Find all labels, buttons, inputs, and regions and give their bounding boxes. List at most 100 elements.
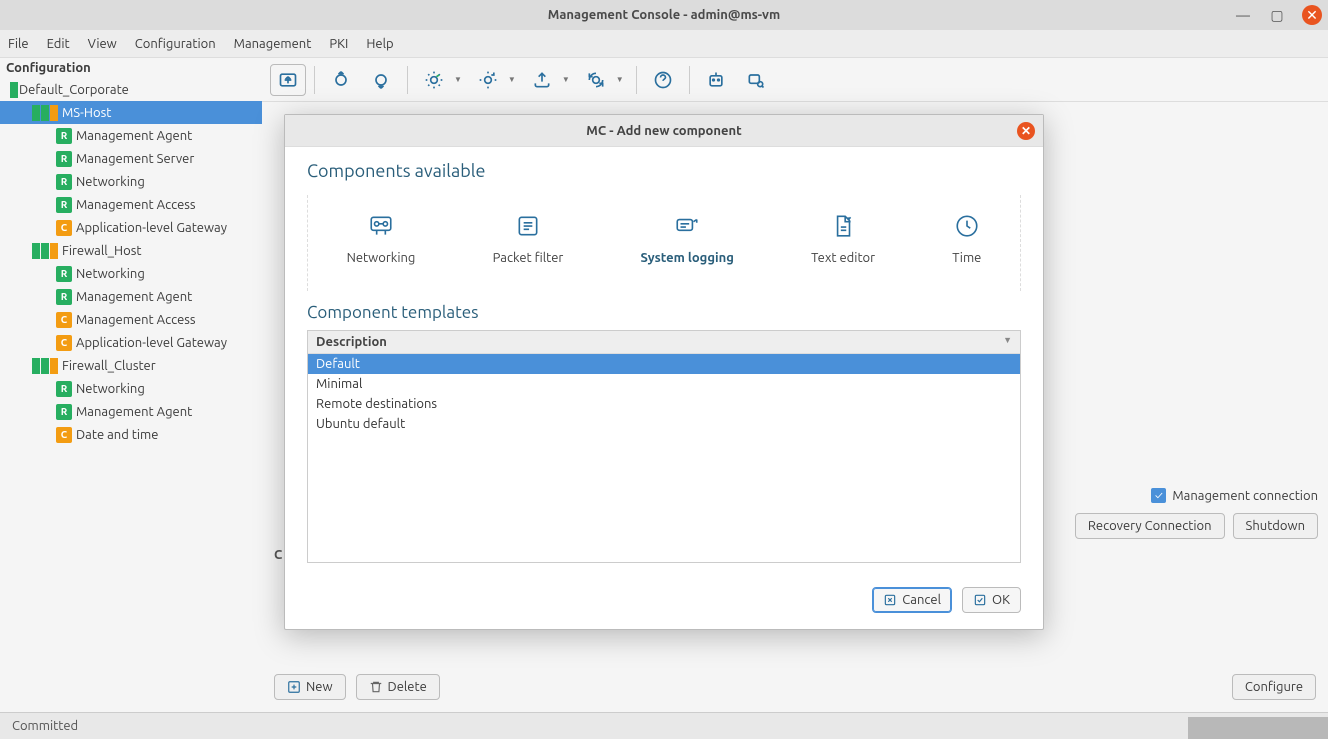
comp-label: Management Agent <box>76 405 192 419</box>
comp-management-access-fw[interactable]: CManagement Access <box>0 308 262 331</box>
comp-date-time[interactable]: CDate and time <box>0 423 262 446</box>
checkbox-checked-icon[interactable]: ✓ <box>1151 488 1166 503</box>
component-networking[interactable]: Networking <box>347 213 416 265</box>
r-icon: R <box>56 151 72 167</box>
template-ubuntu[interactable]: Ubuntu default <box>308 414 1020 434</box>
template-default[interactable]: Default <box>308 354 1020 374</box>
host-firewall-cluster[interactable]: Firewall_Cluster <box>0 354 262 377</box>
gear-refresh-button[interactable] <box>578 64 614 96</box>
comp-management-agent[interactable]: RManagement Agent <box>0 124 262 147</box>
comp-label: Management Server <box>76 152 194 166</box>
recovery-connection-button[interactable]: Recovery Connection <box>1075 513 1225 539</box>
plus-icon <box>287 680 301 694</box>
cancel-button[interactable]: Cancel <box>872 587 952 613</box>
comp-management-server[interactable]: R Management Server <box>0 147 262 170</box>
comp-networking-fw[interactable]: RNetworking <box>0 262 262 285</box>
separator <box>689 66 690 94</box>
comp-management-access[interactable]: R Management Access <box>0 193 262 216</box>
networking-icon <box>368 213 394 239</box>
template-remote[interactable]: Remote destinations <box>308 394 1020 414</box>
components-list: Networking Packet filter System logging … <box>307 195 1021 291</box>
window-buttons: — ▢ ✕ <box>1234 5 1322 25</box>
menu-edit[interactable]: Edit <box>47 37 70 51</box>
dropdown-arrow-icon[interactable]: ▼ <box>454 75 462 84</box>
configure-button[interactable]: Configure <box>1232 674 1316 700</box>
comp-label: Management Access <box>76 198 196 212</box>
minimize-button[interactable]: — <box>1234 6 1252 24</box>
site-label: Default_Corporate <box>19 83 129 97</box>
close-button[interactable]: ✕ <box>1302 5 1322 25</box>
separator <box>407 66 408 94</box>
ok-button[interactable]: OK <box>962 587 1021 613</box>
revert-button[interactable] <box>363 64 399 96</box>
comp-networking-fc[interactable]: RNetworking <box>0 377 262 400</box>
component-text-editor[interactable]: Text editor <box>811 213 875 265</box>
r-icon: R <box>56 174 72 190</box>
dialog-footer: Cancel OK <box>285 577 1043 629</box>
template-minimal[interactable]: Minimal <box>308 374 1020 394</box>
status-badge <box>41 243 49 259</box>
c-icon: C <box>56 335 72 351</box>
menu-file[interactable]: File <box>8 37 29 51</box>
upload-button[interactable] <box>524 64 560 96</box>
column-description: Description <box>316 335 387 349</box>
templates-table: Description ▼ Default Minimal Remote des… <box>307 330 1021 563</box>
bottom-buttons: New Delete <box>274 674 440 700</box>
component-label: Networking <box>347 251 416 265</box>
robot-button[interactable] <box>698 64 734 96</box>
host-firewall-host[interactable]: Firewall_Host <box>0 239 262 262</box>
separator <box>314 66 315 94</box>
c-icon: C <box>56 312 72 328</box>
components-heading: Components available <box>307 161 1021 181</box>
menu-view[interactable]: View <box>88 37 117 51</box>
component-time[interactable]: Time <box>952 213 981 265</box>
dialog-close-button[interactable]: ✕ <box>1017 122 1035 140</box>
dropdown-arrow-icon[interactable]: ▼ <box>508 75 516 84</box>
c-label: C <box>274 548 282 562</box>
dialog-title: MC - Add new component <box>586 124 741 138</box>
new-button[interactable]: New <box>274 674 346 700</box>
comp-label: Management Agent <box>76 290 192 304</box>
dropdown-arrow-icon[interactable]: ▼ <box>616 75 624 84</box>
comp-app-gateway-fw[interactable]: CApplication-level Gateway <box>0 331 262 354</box>
r-icon: R <box>56 197 72 213</box>
menu-help[interactable]: Help <box>366 37 393 51</box>
host-label: MS-Host <box>62 106 111 120</box>
delete-button[interactable]: Delete <box>356 674 440 700</box>
comp-label: Date and time <box>76 428 158 442</box>
management-connection-row[interactable]: ✓ Management connection <box>1151 488 1318 503</box>
component-packet-filter[interactable]: Packet filter <box>493 213 564 265</box>
menu-management[interactable]: Management <box>234 37 312 51</box>
commit-area[interactable] <box>1188 717 1328 739</box>
site-row[interactable]: Default_Corporate <box>0 78 262 101</box>
titlebar: Management Console - admin@ms-vm — ▢ ✕ <box>0 0 1328 30</box>
help-button[interactable] <box>645 64 681 96</box>
up-level-button[interactable] <box>270 64 306 96</box>
status-badge <box>32 243 40 259</box>
gear-check-button[interactable] <box>416 64 452 96</box>
r-icon: R <box>56 381 72 397</box>
trash-icon <box>369 680 383 694</box>
component-label: Time <box>952 251 981 265</box>
comp-label: Networking <box>76 175 145 189</box>
gear-arrow-button[interactable] <box>470 64 506 96</box>
connection-buttons: Recovery Connection Shutdown <box>1075 513 1318 539</box>
dropdown-arrow-icon[interactable]: ▼ <box>562 75 570 84</box>
comp-networking[interactable]: R Networking <box>0 170 262 193</box>
comp-app-gateway[interactable]: CApplication-level Gateway <box>0 216 262 239</box>
shutdown-button[interactable]: Shutdown <box>1233 513 1318 539</box>
menu-configuration[interactable]: Configuration <box>135 37 216 51</box>
component-system-logging[interactable]: System logging <box>641 213 734 265</box>
templates-header[interactable]: Description ▼ <box>308 331 1020 354</box>
time-icon <box>954 213 980 239</box>
menu-pki[interactable]: PKI <box>329 37 348 51</box>
comp-management-agent-fc[interactable]: R Management Agent <box>0 400 262 423</box>
c-icon: C <box>56 220 72 236</box>
r-icon: R <box>56 404 72 420</box>
comp-management-agent-fw[interactable]: RManagement Agent <box>0 285 262 308</box>
maximize-button[interactable]: ▢ <box>1268 6 1286 24</box>
host-ms-host[interactable]: MS-Host <box>0 101 262 124</box>
management-connection-label: Management connection <box>1172 489 1318 503</box>
search-robot-button[interactable] <box>738 64 774 96</box>
commit-button[interactable] <box>323 64 359 96</box>
